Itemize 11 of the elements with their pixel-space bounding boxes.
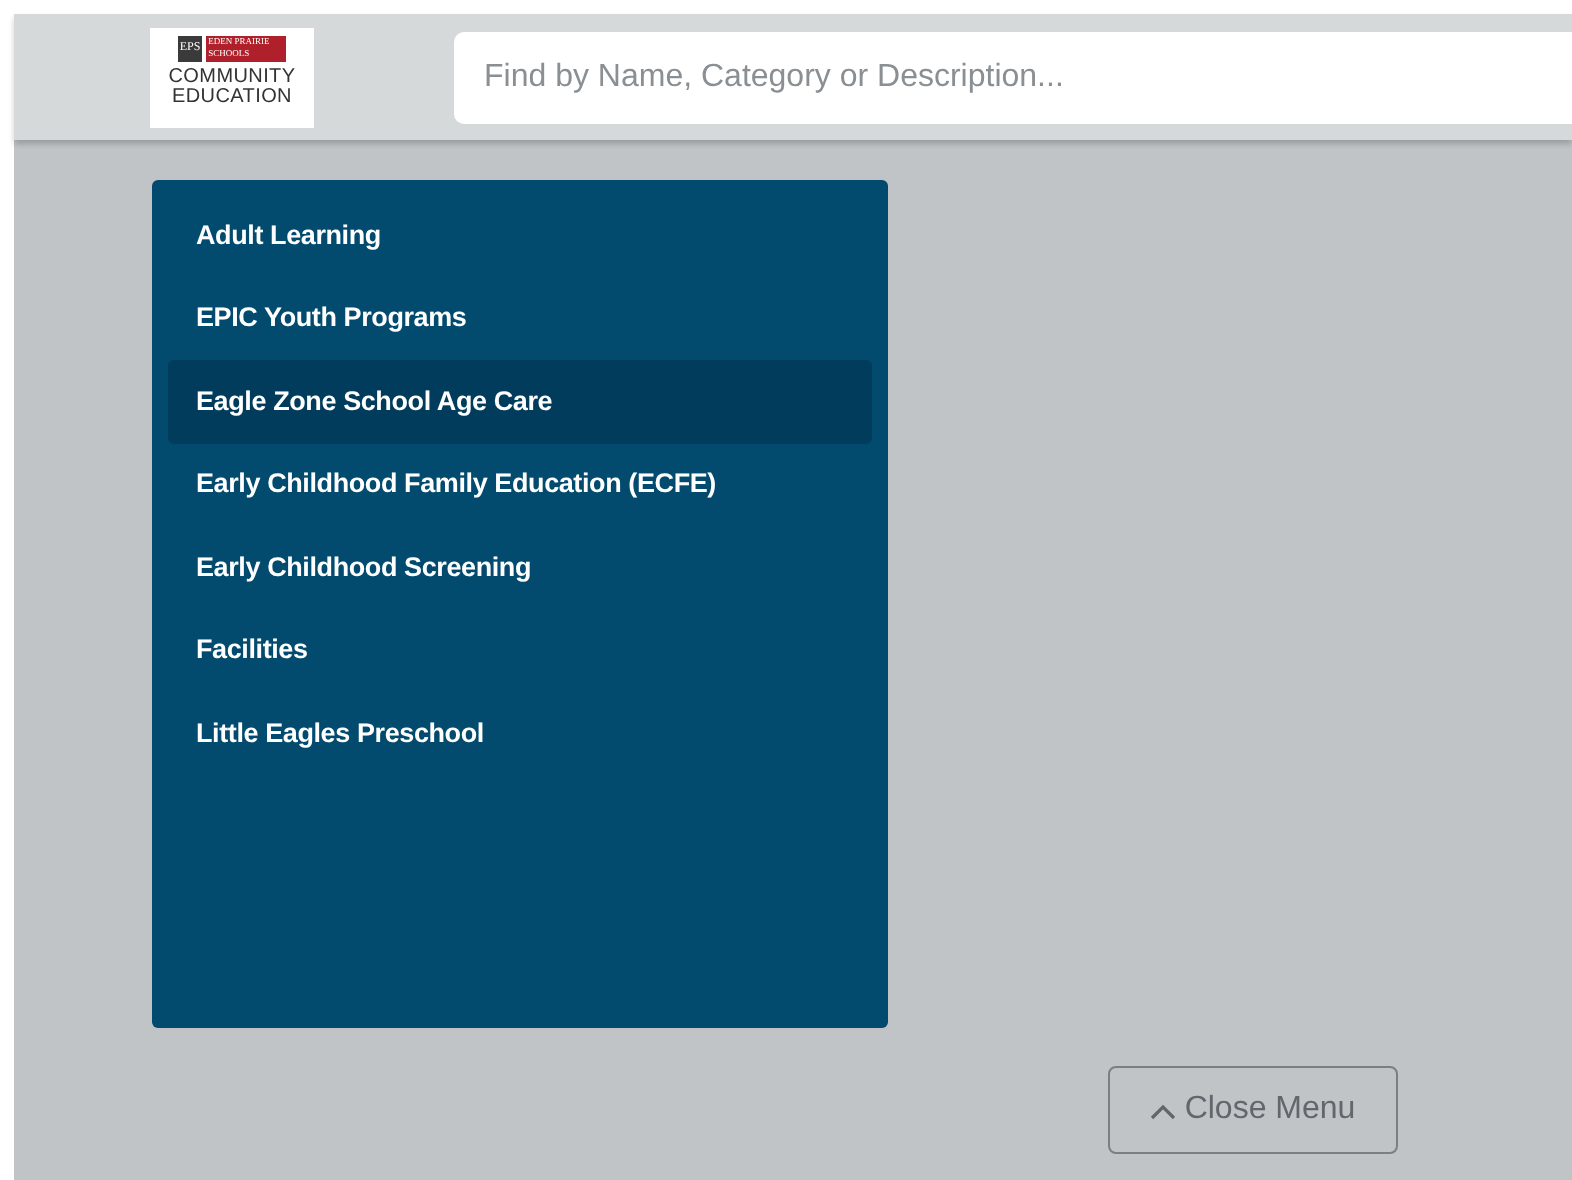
- menu-item[interactable]: Adult Learning: [168, 194, 872, 277]
- chevron-up-icon: [1150, 1104, 1177, 1120]
- search-field[interactable]: Find by Name, Category or Description...: [454, 31, 1572, 123]
- menu-item[interactable]: Early Childhood Screening: [168, 526, 872, 609]
- menu-item[interactable]: Eagle Zone School Age Care: [168, 360, 872, 443]
- logo-text: EDUCATION: [170, 87, 294, 107]
- menu-item[interactable]: Little Eagles Preschool: [168, 692, 872, 775]
- logo-text: COMMUNITY: [166, 67, 298, 87]
- menu-item[interactable]: Facilities: [168, 609, 872, 692]
- menu-item[interactable]: Early Childhood Family Education (ECFE): [168, 443, 872, 526]
- menu-item[interactable]: EPIC Youth Programs: [168, 277, 872, 360]
